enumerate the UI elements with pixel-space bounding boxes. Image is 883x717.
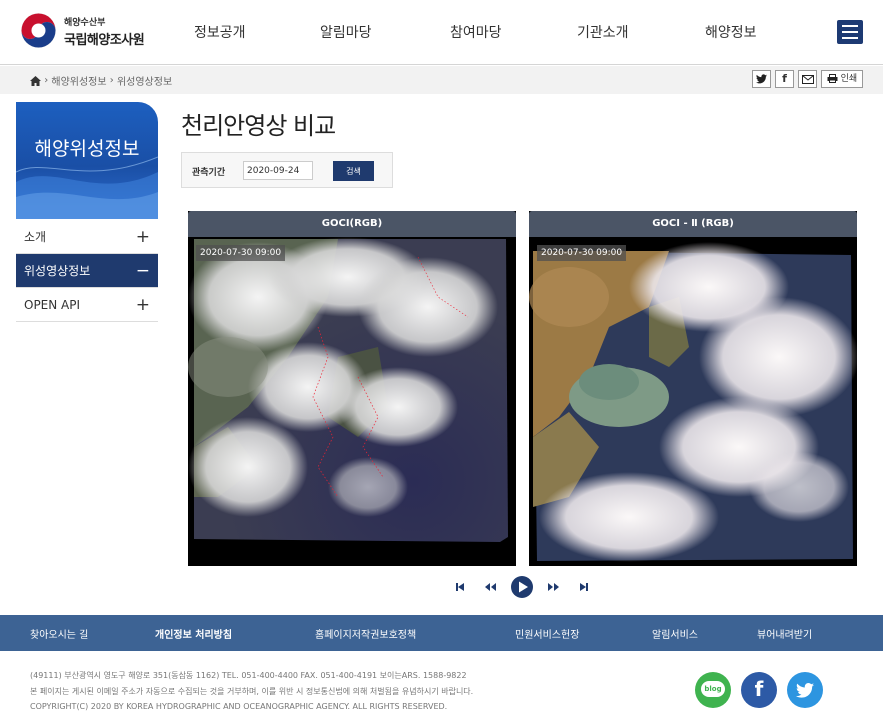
goci-image-panel: GOCI(RGB) 2020-07-30 09:00 [188,211,516,566]
twitter-icon [756,74,767,84]
taegeuk-logo-icon [21,13,56,48]
agency-name: 국립해양조사원 [64,33,145,48]
nav-item-participation[interactable]: 참여마당 [450,22,502,42]
sidebar-item-label: 위성영상정보 [24,264,91,278]
site-logo[interactable]: 해양수산부 국립해양조사원 [20,12,155,52]
breadcrumb-item-satellite-image[interactable]: 위성영상정보 [117,77,172,88]
facebook-share-button[interactable]: f [775,70,794,88]
chevron-right-icon: › [109,75,114,86]
sidebar-item-open-api[interactable]: OPEN API + [16,288,158,322]
page-title: 천리안영상 비교 [181,112,336,140]
nav-item-disclosure[interactable]: 정보공개 [194,22,246,42]
footer-link-privacy[interactable]: 개인정보 처리방침 [155,626,232,641]
sidebar-item-intro[interactable]: 소개 + [16,220,158,254]
breadcrumb-bar: › 해양위성정보 › 위성영상정보 f 인쇄 [0,66,883,94]
search-label: 관측기간 [192,168,226,178]
main-nav: 정보공개 알림마당 참여마당 기관소개 해양정보 [160,0,800,64]
fast-forward-icon[interactable] [542,575,566,599]
skip-last-icon[interactable] [572,575,596,599]
sidebar-header: 해양위성정보 [16,102,158,219]
sidebar-item-label: 소개 [24,230,47,244]
all-menu-button[interactable] [837,20,863,44]
goci2-satellite-image [529,237,857,566]
twitter-link[interactable] [787,672,823,708]
footer-notice: 본 페이지는 게시된 이메일 주소가 자동으로 수집되는 것을 거부하며, 이를… [30,687,474,696]
site-header: 해양수산부 국립해양조사원 정보공개 알림마당 참여마당 기관소개 해양정보 [0,0,883,65]
breadcrumb-item-ocean-satellite[interactable]: 해양위성정보 [51,77,106,88]
sidebar-menu: 소개 + 위성영상정보 − OPEN API + [16,220,158,322]
plus-icon: + [135,227,150,247]
panel-title: GOCI - Ⅱ (RGB) [529,211,857,237]
mail-icon [801,75,814,84]
breadcrumb: › 해양위성정보 › 위성영상정보 [30,73,172,88]
chevron-right-icon: › [44,75,49,86]
date-input[interactable] [243,161,313,180]
playback-controls [448,575,598,599]
footer-address: (49111) 부산광역시 영도구 해양로 351(동삼동 1162) TEL.… [30,671,467,680]
facebook-icon: f [782,72,787,85]
blog-link[interactable]: blog [695,672,731,708]
footer-link-viewer-download[interactable]: 뷰어내려받기 [757,626,812,641]
rewind-icon[interactable] [478,575,502,599]
facebook-icon: f [754,677,764,701]
play-icon[interactable] [510,575,534,599]
footer-nav: 찾아오시는 길 개인정보 처리방침 홈페이지저작권보호정책 민원서비스헌장 알림… [0,615,883,651]
ministry-name: 해양수산부 [64,18,106,28]
nav-item-notice[interactable]: 알림마당 [320,22,372,42]
plus-icon: + [135,295,150,315]
footer-link-copyright[interactable]: 홈페이지저작권보호정책 [315,626,416,641]
minus-icon: − [135,261,150,281]
blog-icon: blog [701,681,725,697]
home-icon[interactable] [30,75,41,86]
printer-icon [827,74,838,83]
goci2-image-panel: GOCI - Ⅱ (RGB) 2020-07-30 09:00 [529,211,857,566]
search-button[interactable]: 검색 [333,161,374,181]
goci-satellite-image [188,237,516,566]
print-label: 인쇄 [840,74,858,84]
search-panel: 관측기간 검색 [181,152,393,188]
sidebar-title: 해양위성정보 [34,138,140,160]
nav-item-ocean-info[interactable]: 해양정보 [705,22,757,42]
footer-link-directions[interactable]: 찾아오시는 길 [30,626,88,641]
footer-link-alert-service[interactable]: 알림서비스 [652,626,698,641]
footer-copyright: COPYRIGHT(C) 2020 BY KOREA HYDROGRAPHIC … [30,702,448,711]
panel-timestamp: 2020-07-30 09:00 [537,245,627,261]
share-tools: f 인쇄 [748,70,863,90]
twitter-icon [796,683,814,698]
skip-first-icon[interactable] [448,575,472,599]
panel-timestamp: 2020-07-30 09:00 [196,245,286,261]
sidebar-item-satellite-image[interactable]: 위성영상정보 − [16,254,158,288]
email-share-button[interactable] [798,70,817,88]
hamburger-icon [842,25,858,27]
twitter-share-button[interactable] [752,70,771,88]
sidebar-item-label: OPEN API [24,298,81,312]
print-button[interactable]: 인쇄 [821,70,863,88]
footer-link-civil-service[interactable]: 민원서비스헌장 [515,626,579,641]
nav-item-about[interactable]: 기관소개 [577,22,629,42]
panel-title: GOCI(RGB) [188,211,516,237]
facebook-link[interactable]: f [741,672,777,708]
